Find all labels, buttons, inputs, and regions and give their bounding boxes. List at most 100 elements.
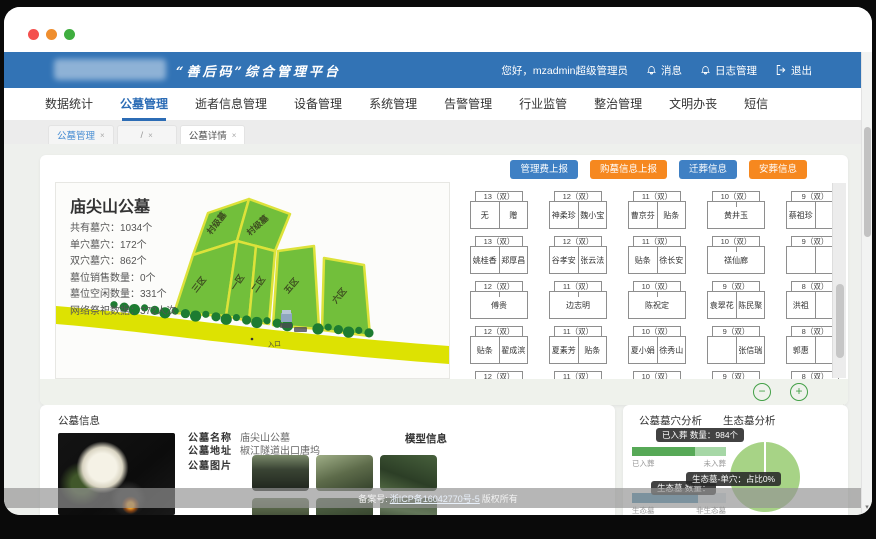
- tomb-block[interactable]: 11（双）边志明: [549, 281, 607, 320]
- tomb-occupant: 徐秀山: [658, 337, 686, 363]
- zoom-in-button[interactable]: +: [790, 383, 808, 401]
- tomb-block-body: 神柔珍魏小宝: [549, 201, 607, 229]
- tomb-block[interactable]: 13（双）姚桂香郑厚昌: [470, 236, 528, 275]
- tree: [221, 314, 232, 325]
- nav-item-data-stats[interactable]: 数据统计: [45, 88, 93, 121]
- tomb-block[interactable]: 12（双）傅贵: [470, 281, 528, 320]
- map-entrance-label: 入口: [267, 340, 281, 349]
- nav-item-deceased-info[interactable]: 逝者信息管理: [195, 88, 267, 121]
- tab-cemetery-mgmt[interactable]: 公墓管理 ×: [48, 125, 114, 144]
- zoom-out-button[interactable]: −: [753, 383, 771, 401]
- tab-bar: 公墓管理 × / × 公墓详情 ×: [4, 121, 872, 144]
- tomb-block[interactable]: 10（双）夏小娟徐秀山: [628, 326, 686, 365]
- grid-scrollbar-thumb[interactable]: [836, 284, 844, 358]
- log-management-button[interactable]: 日志管理: [700, 63, 757, 78]
- tomb-block-body: 曹京芬贴条: [628, 201, 686, 229]
- tomb-block[interactable]: 9（双）袁翠花陈民聚: [707, 281, 765, 320]
- tab-cemetery-detail[interactable]: 公墓详情 ×: [180, 125, 246, 144]
- tree: [202, 311, 209, 318]
- tree: [190, 310, 201, 321]
- buried-bar-labels: 已入葬 未入葬: [632, 458, 726, 469]
- nav-item-sms[interactable]: 短信: [744, 88, 768, 121]
- nav-item-alarm-mgmt[interactable]: 告警管理: [444, 88, 492, 121]
- minimize-window-button[interactable]: [46, 29, 57, 40]
- logout-icon: [775, 64, 787, 76]
- tooltip-eco-percent: 生态墓-单穴：占比0%: [686, 472, 781, 486]
- stat-single-graves: 单穴墓穴：172个: [70, 238, 177, 255]
- scroll-down-arrow[interactable]: ▾: [862, 503, 872, 511]
- stat-total-graves: 共有墓穴：1034个: [70, 221, 177, 238]
- tomb-block[interactable]: 9（双）张信瑞: [707, 326, 765, 365]
- tomb-block-body: 谷孝安张云法: [549, 246, 607, 274]
- burial-info-button[interactable]: 安葬信息: [749, 160, 807, 179]
- tree: [343, 327, 354, 338]
- eco-analysis-title: 生态墓分析: [723, 413, 776, 428]
- nav-item-civilized-funeral[interactable]: 文明办丧: [669, 88, 717, 121]
- tomb-block-body: 夏小娟徐秀山: [628, 336, 686, 364]
- map-office-building: [281, 310, 292, 322]
- tomb-occupant: 张云法: [579, 247, 607, 273]
- tomb-block-body: 姚桂香郑厚昌: [470, 246, 528, 274]
- nav-item-industry-supervision[interactable]: 行业监管: [519, 88, 567, 121]
- purchase-info-report-button[interactable]: 购墓信息上报: [590, 160, 667, 179]
- tomb-block[interactable]: 11（双）夏素芳贴条: [549, 326, 607, 365]
- tomb-occupant: 傅贵: [471, 292, 527, 318]
- tab-close-icon[interactable]: ×: [232, 131, 237, 140]
- tomb-block[interactable]: 13（双）无赠: [470, 191, 528, 230]
- tomb-block[interactable]: 12（双）神柔珍魏小宝: [549, 191, 607, 230]
- stat-vacant: 墓位空闲数量：331个: [70, 287, 177, 304]
- tomb-block[interactable]: 10（双）陈祝定: [628, 281, 686, 320]
- model-info-label: 模型信息: [405, 431, 447, 446]
- cemetery-photo-thumbnail[interactable]: [316, 455, 373, 491]
- tab-slash[interactable]: / ×: [117, 125, 177, 144]
- tab-close-icon[interactable]: ×: [148, 131, 153, 140]
- cemetery-photo-thumbnail[interactable]: [380, 455, 437, 491]
- logout-button[interactable]: 退出: [775, 63, 812, 78]
- tomb-block[interactable]: 11（双）贴条徐长安: [628, 236, 686, 275]
- cemetery-map-panel[interactable]: 入口 村级墓 村级墓 三区 一区 二区 五区 六区 庙尖山公墓: [55, 182, 450, 379]
- icp-link[interactable]: 浙ICP备16042770号-5: [390, 492, 480, 505]
- tab-close-icon[interactable]: ×: [100, 131, 105, 140]
- bar-unburied: [695, 447, 726, 456]
- messages-button[interactable]: 消息: [646, 63, 682, 78]
- tomb-occupant: 洪祖: [787, 292, 816, 318]
- tomb-occupant: 张信瑞: [737, 337, 765, 363]
- log-management-label: 日志管理: [715, 63, 757, 78]
- tomb-occupant: 边志明: [550, 292, 606, 318]
- toolbar: 管理费上报 购墓信息上报 迁葬信息 安葬信息: [510, 160, 807, 179]
- bell-icon: [700, 64, 711, 76]
- tomb-block[interactable]: 12（双）谷孝安张云法: [549, 236, 607, 275]
- tomb-occupant: 袁翠花: [708, 292, 737, 318]
- cemetery-name: 庙尖山公墓: [70, 193, 150, 217]
- icp-suffix: 版权所有: [482, 492, 518, 505]
- nav-item-rectification[interactable]: 整治管理: [594, 88, 642, 121]
- close-window-button[interactable]: [28, 29, 39, 40]
- tab-label: 公墓详情: [189, 128, 227, 142]
- tab-label: 公墓管理: [57, 128, 95, 142]
- tomb-occupant: 禚仙廊: [708, 247, 764, 273]
- tomb-block[interactable]: 12（双）贴条翟成滨: [470, 326, 528, 365]
- grid-scrollbar[interactable]: [832, 183, 846, 378]
- window-titlebar: [4, 7, 872, 52]
- tomb-block[interactable]: 10（双）黄井玉: [707, 191, 765, 230]
- tomb-occupant: 神柔珍: [550, 202, 579, 228]
- nav-item-cemetery-mgmt[interactable]: 公墓管理: [120, 88, 168, 121]
- tomb-occupant: 贴条: [658, 202, 686, 228]
- page-scrollbar-thumb[interactable]: [864, 127, 871, 237]
- page-scrollbar[interactable]: ▾: [861, 52, 872, 515]
- tomb-occupant: 陈祝定: [629, 292, 685, 318]
- header-actions: 您好，mzadmin超级管理员 消息 日志管理 退出: [501, 52, 812, 88]
- mgmt-fee-report-button[interactable]: 管理费上报: [510, 160, 578, 179]
- map-label-blob: [280, 323, 292, 328]
- tomb-block-body: 夏素芳贴条: [549, 336, 607, 364]
- maximize-window-button[interactable]: [64, 29, 75, 40]
- app-header: “善后码”综合管理平台 您好，mzadmin超级管理员 消息 日志管理 退出: [4, 52, 872, 88]
- nav-item-device-mgmt[interactable]: 设备管理: [294, 88, 342, 121]
- nav-item-system-mgmt[interactable]: 系统管理: [369, 88, 417, 121]
- relocation-info-button[interactable]: 迁葬信息: [679, 160, 737, 179]
- tomb-block[interactable]: 10（双）禚仙廊: [707, 236, 765, 275]
- cemetery-photo-thumbnail[interactable]: [252, 455, 309, 491]
- tomb-block[interactable]: 11（双）曹京芬贴条: [628, 191, 686, 230]
- user-greeting: 您好，mzadmin超级管理员: [501, 63, 628, 78]
- tomb-occupant: 魏小宝: [579, 202, 607, 228]
